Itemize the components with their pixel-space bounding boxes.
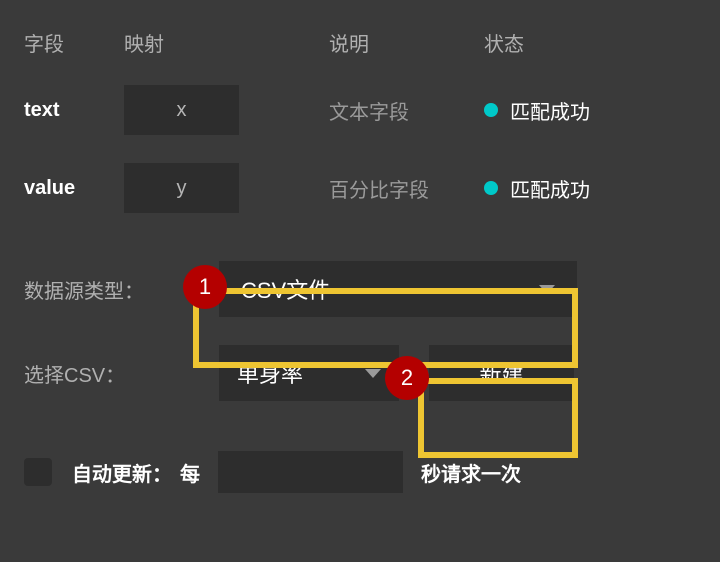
status-dot-icon [484, 181, 498, 195]
source-type-dropdown[interactable]: CSV文件 [219, 261, 577, 317]
auto-update-label: 自动更新： [72, 458, 172, 487]
table-row: value y 百分比字段 匹配成功 [24, 163, 696, 213]
chevron-down-icon [539, 285, 555, 294]
dropdown-value: CSV文件 [241, 273, 330, 305]
status-text: 匹配成功 [510, 96, 590, 125]
auto-update-prefix: 每 [180, 458, 200, 487]
source-type-row: 数据源类型： CSV文件 [24, 261, 696, 317]
interval-input[interactable] [218, 451, 403, 493]
field-desc: 文本字段 [329, 96, 484, 125]
status-text: 匹配成功 [510, 174, 590, 203]
mapping-input[interactable]: x [124, 85, 239, 135]
csv-dropdown[interactable]: 单身率 [219, 345, 399, 401]
field-name: value [24, 177, 124, 200]
table-row: text x 文本字段 匹配成功 [24, 85, 696, 135]
auto-update-checkbox[interactable] [24, 458, 52, 486]
dropdown-value: 单身率 [237, 357, 303, 389]
callout-badge: 1 [183, 265, 227, 309]
table-header: 字段 映射 说明 状态 [24, 28, 696, 57]
callout-badge: 2 [385, 356, 429, 400]
field-desc: 百分比字段 [329, 174, 484, 203]
chevron-down-icon [365, 369, 381, 378]
status-dot-icon [484, 103, 498, 117]
header-desc: 说明 [329, 28, 484, 57]
select-csv-label: 选择CSV： [24, 359, 219, 388]
auto-update-row: 自动更新： 每 秒请求一次 [24, 451, 696, 493]
header-status: 状态 [484, 28, 696, 57]
auto-update-suffix: 秒请求一次 [421, 458, 521, 487]
mapping-input[interactable]: y [124, 163, 239, 213]
field-name: text [24, 99, 124, 122]
header-mapping: 映射 [124, 28, 329, 57]
header-field: 字段 [24, 28, 124, 57]
select-csv-row: 选择CSV： 单身率 新建 [24, 345, 696, 401]
status-cell: 匹配成功 [484, 174, 590, 203]
new-button[interactable]: 新建 [429, 345, 574, 401]
status-cell: 匹配成功 [484, 96, 590, 125]
